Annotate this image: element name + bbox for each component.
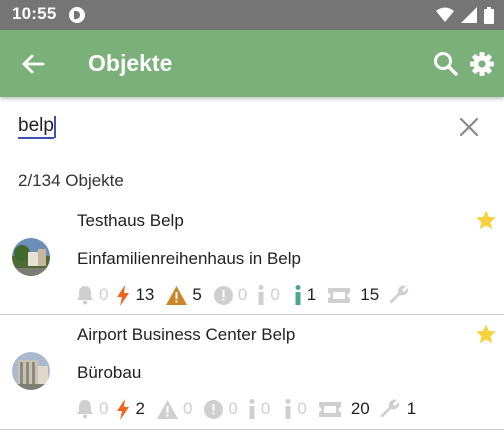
- wrench-icon: [380, 399, 399, 418]
- stat-error: 0: [213, 285, 247, 305]
- stat-alarm: 0: [76, 285, 108, 305]
- stat-tickets: 20: [318, 399, 370, 419]
- app-notification-icon: [69, 7, 85, 23]
- star-icon[interactable]: [475, 323, 497, 345]
- page-title: Objekte: [88, 50, 173, 76]
- error-icon: [204, 399, 224, 419]
- lightning-icon: [117, 398, 130, 420]
- bell-icon: [77, 286, 93, 305]
- lightning-icon: [117, 284, 130, 306]
- close-icon[interactable]: [457, 115, 481, 139]
- stat-info-active: 0: [284, 399, 307, 419]
- wifi-icon: [436, 7, 454, 22]
- object-photo: [12, 352, 50, 390]
- divider: [0, 429, 504, 430]
- object-name: Airport Business Center Belp: [77, 325, 296, 344]
- list-item[interactable]: Airport Business Center Belp Bürobau 0 2…: [0, 315, 504, 429]
- search-icon[interactable]: [432, 50, 460, 78]
- stat-fault: 13: [116, 284, 154, 306]
- gear-icon[interactable]: [468, 50, 496, 78]
- stat-error: 0: [204, 399, 238, 419]
- info-icon: [249, 399, 255, 419]
- stat-fault: 2: [116, 398, 145, 420]
- app-bar: Objekte: [0, 30, 504, 97]
- object-photo: [12, 238, 50, 276]
- stat-warning: 0: [156, 399, 192, 419]
- stat-service: [389, 285, 414, 305]
- search-input[interactable]: belp: [18, 113, 56, 141]
- status-time: 10:55: [12, 4, 57, 23]
- stat-warning: 5: [166, 285, 202, 305]
- stat-info: 0: [257, 285, 280, 305]
- list-item[interactable]: Testhaus Belp Einfamilienreihenhaus in B…: [0, 200, 504, 314]
- object-name: Testhaus Belp: [77, 211, 184, 230]
- star-icon[interactable]: [475, 209, 497, 231]
- bell-icon: [77, 400, 93, 419]
- warning-icon: [156, 399, 178, 419]
- wrench-icon: [390, 285, 409, 304]
- stat-info-active: 1: [294, 285, 316, 305]
- search-query[interactable]: belp: [18, 115, 54, 139]
- status-bar: 10:55: [0, 0, 504, 30]
- status-icons: [436, 6, 494, 24]
- result-count: 2/134 Objekte: [18, 171, 124, 190]
- stat-service: 1: [380, 399, 416, 419]
- ticket-icon: [328, 287, 351, 303]
- stat-alarm: 0: [76, 399, 108, 419]
- ticket-icon: [318, 401, 341, 417]
- battery-icon: [484, 6, 494, 24]
- error-icon: [213, 285, 233, 305]
- object-stats: 0 2 0 0 0 0 20 1: [76, 397, 424, 421]
- info-active-icon: [295, 285, 301, 305]
- search-bar: belp: [0, 97, 504, 159]
- object-type: Einfamilienreihenhaus in Belp: [77, 249, 301, 268]
- signal-icon: [461, 7, 477, 23]
- back-arrow-icon[interactable]: [19, 50, 47, 78]
- object-type: Bürobau: [77, 363, 142, 382]
- info-icon: [258, 285, 264, 305]
- stat-tickets: 15: [328, 285, 379, 305]
- object-stats: 0 13 5 0 0 1 15: [76, 283, 422, 307]
- stat-info: 0: [248, 399, 270, 419]
- text-cursor: [53, 116, 56, 138]
- info-icon: [285, 399, 291, 419]
- warning-icon: [166, 285, 188, 305]
